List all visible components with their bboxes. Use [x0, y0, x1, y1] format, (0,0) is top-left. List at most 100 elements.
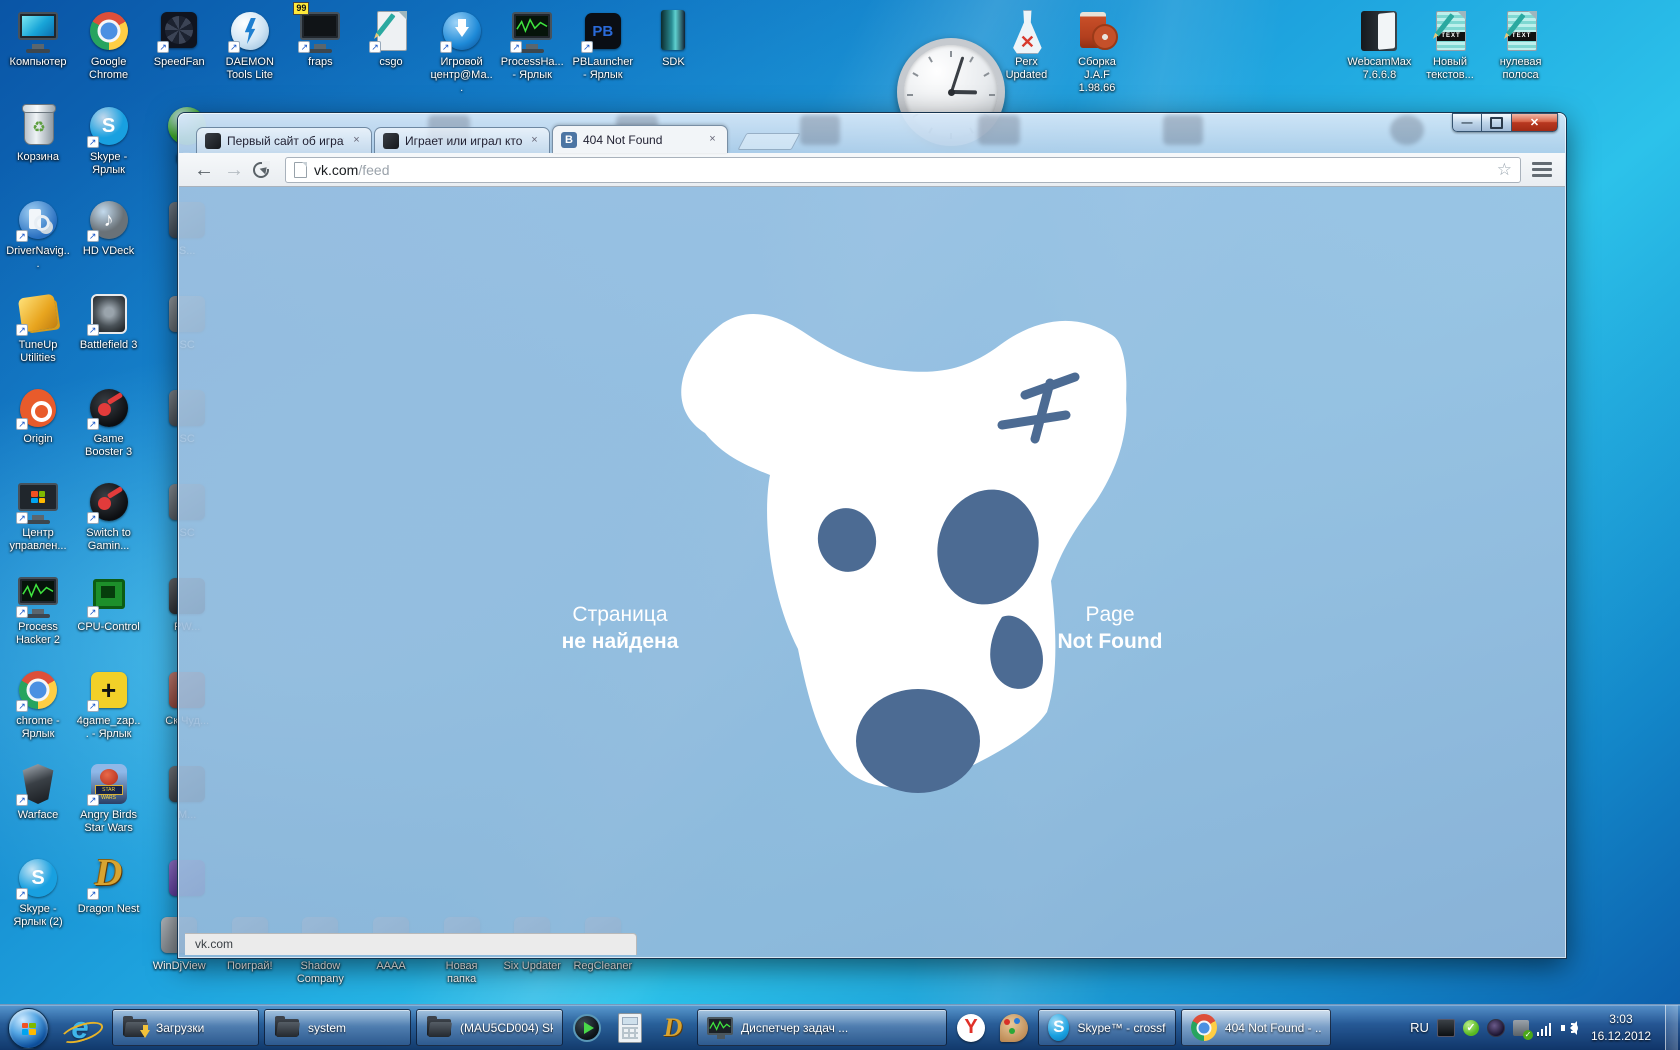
address-bar[interactable]: vk.com/feed ☆ — [285, 157, 1521, 183]
desktop-icon-game-booster-3[interactable]: ↗Game Booster 3 — [77, 385, 141, 459]
dragon-icon: D — [664, 1013, 683, 1043]
desktop-icon-label: Новый текстов... — [1418, 56, 1482, 82]
desktop-icon-hd-vdeck[interactable]: ♪↗HD VDeck — [77, 197, 141, 258]
language-indicator[interactable]: RU — [1410, 1020, 1429, 1035]
desktop-icon-tuneup-utilities[interactable]: ↗TuneUp Utilities — [6, 291, 70, 365]
desktop-icon-switch-to-gaming[interactable]: ↗Switch to Gamin... — [77, 479, 141, 553]
angry-birds-star-wars-icon: ↗ — [85, 761, 133, 807]
desktop-icon-speedfan[interactable]: ↗SpeedFan — [147, 8, 211, 69]
desktop-icon-control-center[interactable]: ↗Центр управлен... — [6, 479, 70, 553]
taskbar-icon-media-player[interactable] — [568, 1009, 606, 1046]
tab-close-icon[interactable]: × — [528, 134, 541, 147]
desktop-icon-webcammax[interactable]: WebcamMax 7.6.6.8 — [1347, 8, 1411, 82]
folder-icon — [426, 1015, 452, 1041]
desktop-icon-battlefield-3[interactable]: ↗Battlefield 3 — [77, 291, 141, 352]
show-desktop-button[interactable] — [1665, 1005, 1678, 1050]
taskbar-icon-yandex-browser[interactable]: Y — [952, 1009, 990, 1046]
folder-icon — [274, 1015, 300, 1041]
desktop-icon-process-hacker-2[interactable]: ↗Process Hacker 2 — [6, 573, 70, 647]
windows-flag-icon — [31, 491, 45, 503]
desktop-icon-dragon-nest[interactable]: D↗Dragon Nest — [77, 855, 141, 916]
tab-1[interactable]: Первый сайт об играх бе × — [196, 127, 372, 153]
reload-button[interactable] — [253, 162, 269, 178]
new-tab-button[interactable] — [737, 133, 800, 150]
desktop-icon-pblauncher[interactable]: PB↗PBLauncher - Ярлык — [571, 8, 635, 82]
taskbar-button-system-folder[interactable]: system — [264, 1009, 411, 1046]
page-icon — [294, 162, 307, 178]
taskbar-icon-dragon-nest-taskbar[interactable]: D — [654, 1009, 692, 1046]
desktop-icon-skype-shortcut-2[interactable]: S↗Skype - Ярлык (2) — [6, 855, 70, 929]
taskbar-items: Загрузки system (MAU5CD004) Skr... D Диспетч… — [112, 1005, 1331, 1050]
forward-button[interactable]: → — [219, 157, 249, 183]
close-button[interactable]: ✕ — [1512, 113, 1558, 132]
desktop-icon-warface[interactable]: ↗ Warface — [6, 761, 70, 822]
page-content: Страница не найдена Page Not Found vk.co… — [185, 187, 1559, 955]
perx-updated-icon: ✕ — [1002, 8, 1050, 54]
status-check-icon[interactable]: ✓ — [1463, 1020, 1479, 1036]
minimize-button[interactable]: — — [1452, 113, 1482, 132]
desktop-icon-game-center[interactable]: ↗Игровой центр@Ма... — [430, 8, 494, 96]
shortcut-arrow-icon: ↗ — [16, 794, 28, 806]
origin-icon: ↗ — [14, 385, 62, 431]
network-signal-icon[interactable] — [1537, 1020, 1553, 1036]
display-icon[interactable] — [1437, 1019, 1455, 1037]
taskbar-icon-calculator[interactable] — [611, 1009, 649, 1046]
desktop-icon-sdk[interactable]: SDK — [641, 8, 705, 69]
desktop-icon-sborka-jaf[interactable]: Сборка J.A.F 1.98.66 — [1065, 8, 1129, 96]
control-center-icon: ↗ — [14, 479, 62, 525]
desktop-icon-label: TuneUp Utilities — [6, 339, 70, 365]
maximize-button[interactable] — [1482, 113, 1512, 132]
start-button[interactable] — [8, 1008, 49, 1049]
desktop-icon-chrome-shortcut[interactable]: ↗chrome - Ярлык — [6, 667, 70, 741]
desktop-icon-label: Сборка J.A.F 1.98.66 — [1065, 56, 1129, 96]
menu-button[interactable] — [1529, 159, 1555, 181]
back-button[interactable]: ← — [189, 157, 219, 183]
taskbar-button-label: 404 Not Found - ... — [1225, 1021, 1321, 1035]
desktop-icon-cpu-control[interactable]: ↗CPU-Control — [77, 573, 141, 634]
bookmark-star-icon[interactable]: ☆ — [1497, 160, 1512, 180]
desktop-icon-fraps[interactable]: ↗99fraps — [288, 8, 352, 69]
desktop-icon-computer[interactable]: Компьютер — [6, 8, 70, 69]
desktop-icon-process-hacker-shortcut[interactable]: ↗ProcessHa... - Ярлык — [500, 8, 564, 82]
taskbar-button-task-manager[interactable]: Диспетчер задач ... — [697, 1009, 947, 1046]
folder-down-icon — [140, 1030, 150, 1043]
desktop-icon-null-strip-doc[interactable]: TEXTнулевая полоса — [1489, 8, 1553, 82]
tab-2[interactable]: Играет или играл кто в G× — [374, 127, 550, 153]
volume-icon[interactable] — [1561, 1020, 1577, 1036]
taskbar-button-downloads[interactable]: Загрузки — [112, 1009, 259, 1046]
internet-explorer-button[interactable]: e — [58, 1009, 102, 1046]
tab-close-icon[interactable]: × — [350, 134, 363, 147]
tab-404[interactable]: B404 Not Found× — [552, 125, 728, 153]
driver-navigator-icon: ↗ — [14, 197, 62, 243]
player-icon — [573, 1014, 601, 1042]
shortcut-arrow-icon: ↗ — [581, 41, 593, 53]
pblauncher-icon: PB↗ — [579, 8, 627, 54]
taskbar-icon-paint-palette[interactable] — [995, 1009, 1033, 1046]
taskbar-button-skype[interactable]: SSkype™ - crossfire... — [1038, 1009, 1176, 1046]
desktop-icon-label: Warface — [6, 809, 70, 822]
usb-device-icon[interactable] — [1513, 1020, 1529, 1036]
desktop-icon-google-chrome[interactable]: Google Chrome — [77, 8, 141, 82]
desktop-icon-skype-shortcut[interactable]: S↗Skype - Ярлык — [77, 103, 141, 177]
desktop-icon-recycle-bin[interactable]: Корзина — [6, 103, 70, 164]
tab-title: 404 Not Found — [583, 133, 700, 147]
window-controls: — ✕ — [1452, 113, 1558, 132]
desktop-icon-daemon-tools-lite[interactable]: ↗DAEMON Tools Lite — [218, 8, 282, 82]
tray-clock[interactable]: 3:03 16.12.2012 — [1585, 1011, 1657, 1045]
media-center-icon[interactable] — [1487, 1019, 1505, 1037]
desktop-icon-csgo[interactable]: ↗csgo — [359, 8, 423, 69]
tab-title: Первый сайт об играх бе — [227, 134, 344, 148]
desktop-icon-label: chrome - Ярлык — [6, 715, 70, 741]
tab-close-icon[interactable]: × — [706, 133, 719, 146]
desktop-icon-new-text-doc[interactable]: TEXTНовый текстов... — [1418, 8, 1482, 82]
desktop-icon-label: Skype - Ярлык (2) — [6, 903, 70, 929]
desktop-icon-driver-navigator[interactable]: ↗DriverNavig... — [6, 197, 70, 271]
desktop-icon-perx-updated[interactable]: ✕Perx Updated — [994, 8, 1058, 82]
taskbar-button-mau5cd004[interactable]: (MAU5CD004) Skr... — [416, 1009, 563, 1046]
desktop-icon-4game-shortcut[interactable]: +↗4game_zap... - Ярлык — [77, 667, 141, 741]
taskbar-button-label: system — [308, 1021, 346, 1035]
taskbar-button-chrome-404[interactable]: 404 Not Found - ... — [1181, 1009, 1331, 1046]
desktop-icon-origin[interactable]: ↗Origin — [6, 385, 70, 446]
desktop-icon-angry-birds-star-wars[interactable]: ↗Angry Birds Star Wars — [77, 761, 141, 835]
url-path: /feed — [358, 162, 389, 178]
